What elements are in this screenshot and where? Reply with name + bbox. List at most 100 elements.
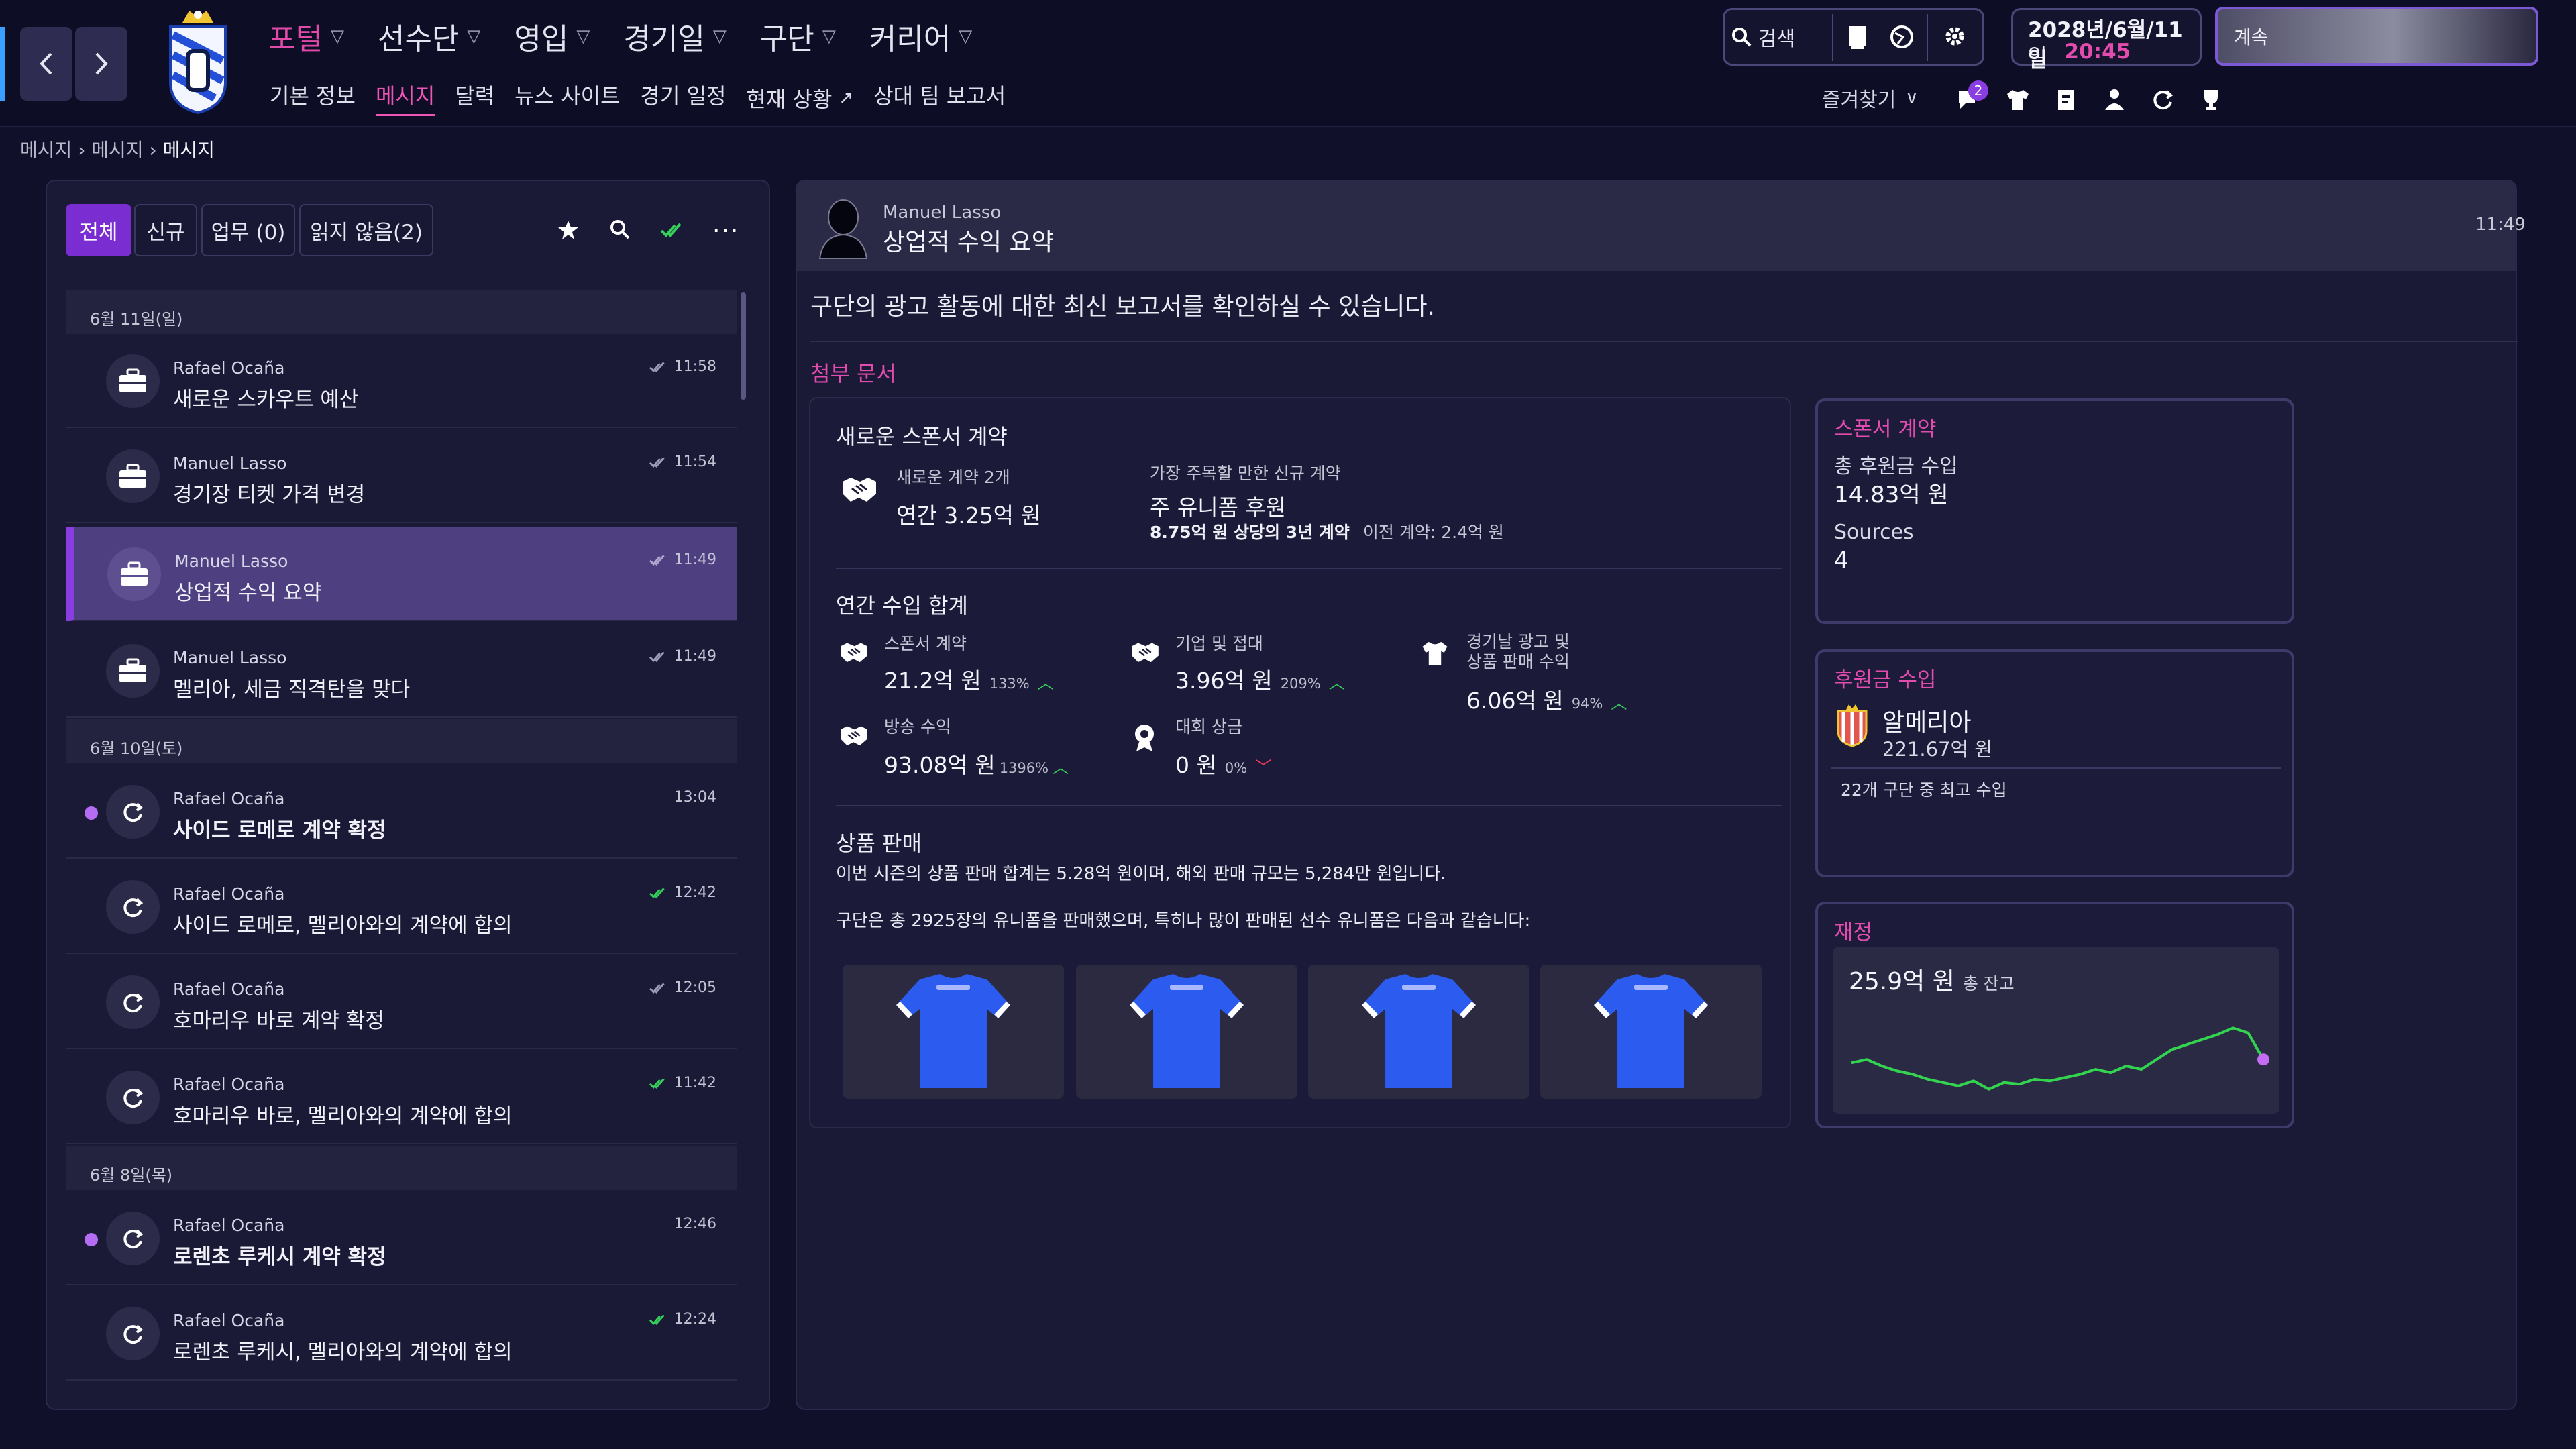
report-button[interactable] [2053,86,2080,113]
refresh-icon [106,1071,160,1124]
filter-all[interactable]: 전체 [66,204,131,256]
settings-button[interactable] [1941,22,1969,50]
refresh-icon [106,1212,160,1265]
scrollbar-thumb[interactable] [741,292,746,400]
income-label: 기업 및 접대 [1175,634,1263,653]
trend-up-icon: ︿ [1611,694,1627,712]
date-panel[interactable]: 2028년/6월/11일 일 20:45 [2011,8,2202,72]
jersey-card[interactable] [1076,965,1297,1099]
world-button[interactable] [1888,23,1915,50]
income-label: 스폰서 계약 [884,634,967,653]
menu-matchday[interactable]: 경기일 ▽ [623,15,726,58]
left-accent [0,27,5,101]
trophy-button[interactable] [2198,86,2224,113]
favorites-dropdown[interactable]: 즐겨찾기 ∨ [1822,83,1918,113]
filter-tasks[interactable]: 업무 (0) [201,204,295,256]
message-time: 11:58 [674,358,716,375]
continue-button[interactable]: 계속 [2215,7,2538,66]
club-crest[interactable] [161,8,235,114]
message-item[interactable]: Rafael Ocaña 사이드 로메로 계약 확정 13:04 [66,765,737,859]
staff-button[interactable] [2101,86,2128,113]
menu-transfers[interactable]: 영입 ▽ [514,15,590,58]
balance-value: 25.9억 원 [1849,968,1955,996]
merch-summary: 이번 시즌의 상품 판매 합계는 5.28억 원이며, 해외 판매 규모는 5,… [836,864,1446,884]
menu-label: 선수단 [377,22,460,56]
card-title: 재정 [1834,920,1873,945]
message-item[interactable]: Rafael Ocaña 로렌초 루케시 계약 확정 12:46 [66,1191,737,1285]
tab-status[interactable]: 현재 상황 ↗ [746,79,853,116]
kit-button[interactable] [2004,86,2031,113]
message-list[interactable]: 6월 11일(일) Rafael Ocaña 새로운 스카우트 예산 11:58… [64,290,749,1410]
chat-button[interactable]: 2 [1955,80,1988,114]
jersey-card[interactable] [1308,965,1529,1099]
message-item[interactable]: Rafael Ocaña 새로운 스카우트 예산 11:58 [66,334,737,428]
current-time: 20:45 [2064,40,2131,64]
message-item[interactable]: Rafael Ocaña 사이드 로메로, 멜리아와의 계약에 합의 12:42 [66,860,737,954]
tab-news[interactable]: 뉴스 사이트 [515,79,620,116]
message-subject: 상업적 수익 요약 [174,581,322,605]
income-label: 방송 수익 [884,717,951,737]
menu-club[interactable]: 구단 ▽ [760,15,836,58]
message-time: 12:24 [674,1311,716,1328]
current-time-row: 일 20:45 [2028,40,2131,70]
sponsor-summary-card[interactable]: 스폰서 계약 총 후원금 수입 14.83억 원 Sources 4 [1815,398,2294,624]
briefcase-icon [106,354,160,408]
message-sender: Rafael Ocaña [173,1311,285,1330]
notebook-icon [1849,26,1866,49]
shirt-icon [1419,637,1450,668]
message-time-row: 11:58 [647,358,716,375]
handshake-icon [840,472,879,506]
breadcrumb-item[interactable]: 메시지 [91,139,143,161]
message-item[interactable]: Rafael Ocaña 호마리우 바로 계약 확정 12:05 [66,955,737,1049]
jersey-card[interactable] [1540,965,1762,1099]
new-contracts-count: 새로운 계약 2개 [896,468,1010,487]
menu-label: 구단 [759,22,814,56]
trend-down-icon: ﹀ [1255,758,1272,777]
balance-line-chart [1851,1026,2269,1091]
chevron-down-icon: ▽ [712,26,727,46]
menu-portal[interactable]: 포털 ▽ [268,15,344,58]
message-item[interactable]: Manuel Lasso 멜리아, 세금 직격탄을 맞다 11:49 [66,624,737,718]
inbox-search-button[interactable] [609,219,631,240]
balance-label: 총 잔고 [1962,974,2015,994]
back-button[interactable] [20,27,72,101]
filter-unread[interactable]: 읽지 않음(2) [299,204,433,256]
finance-card[interactable]: 재정 25.9억 원 총 잔고 [1815,902,2294,1128]
income-value: 6.06억 원 [1466,688,1564,714]
sponsor-income-card[interactable]: 후원금 수입 알메리아 221.67억 원 22개 구단 중 최고 수입 [1815,649,2294,877]
message-item[interactable]: Rafael Ocaña 로렌초 루케시, 멜리아와의 계약에 합의 12:24 [66,1287,737,1381]
message-item-selected[interactable]: Manuel Lasso 상업적 수익 요약 11:49 [66,527,737,621]
double-check-icon [649,982,665,994]
jersey-card[interactable] [843,965,1064,1099]
more-options-icon[interactable]: ··· [712,217,739,245]
forward-button[interactable] [75,27,127,101]
menu-career[interactable]: 커리어 ▽ [869,15,972,58]
mark-read-button[interactable] [660,220,683,240]
search-button[interactable]: 검색 [1731,14,1825,60]
star-button[interactable] [557,219,580,241]
tab-opposition-report[interactable]: 상대 팀 보고서 [873,79,1006,116]
tab-overview[interactable]: 기본 정보 [270,79,356,116]
breadcrumb-current: 메시지 [162,139,215,161]
breadcrumb-item[interactable]: 메시지 [20,139,72,161]
tab-messages[interactable]: 메시지 [375,79,435,116]
filter-new[interactable]: 신규 [134,204,197,256]
message-item[interactable]: Manuel Lasso 경기장 티켓 가격 변경 11:54 [66,429,737,523]
sync-button[interactable] [2149,86,2176,113]
notable-contract-name: 주 유니폼 후원 [1150,494,1287,521]
income-value: 3.96억 원 [1175,667,1273,694]
income-pct: 0% [1224,760,1248,776]
avatar[interactable] [814,195,872,259]
message-subject: 경기장 티켓 가격 변경 [173,483,366,507]
notes-button[interactable] [1845,23,1870,50]
menu-squad[interactable]: 선수단 ▽ [378,15,480,58]
tab-calendar[interactable]: 달력 [455,79,494,116]
jersey-icon [1130,974,1244,1088]
card-title: 후원금 수입 [1834,668,1937,692]
tab-fixtures[interactable]: 경기 일정 [641,79,727,116]
refresh-icon [106,785,160,839]
trend-up-icon: ︿ [1053,758,1069,777]
message-sender: Manuel Lasso [173,453,287,473]
message-item[interactable]: Rafael Ocaña 호마리우 바로, 멜리아와의 계약에 합의 11:42 [66,1051,737,1144]
income-pct: 209% [1280,676,1321,692]
